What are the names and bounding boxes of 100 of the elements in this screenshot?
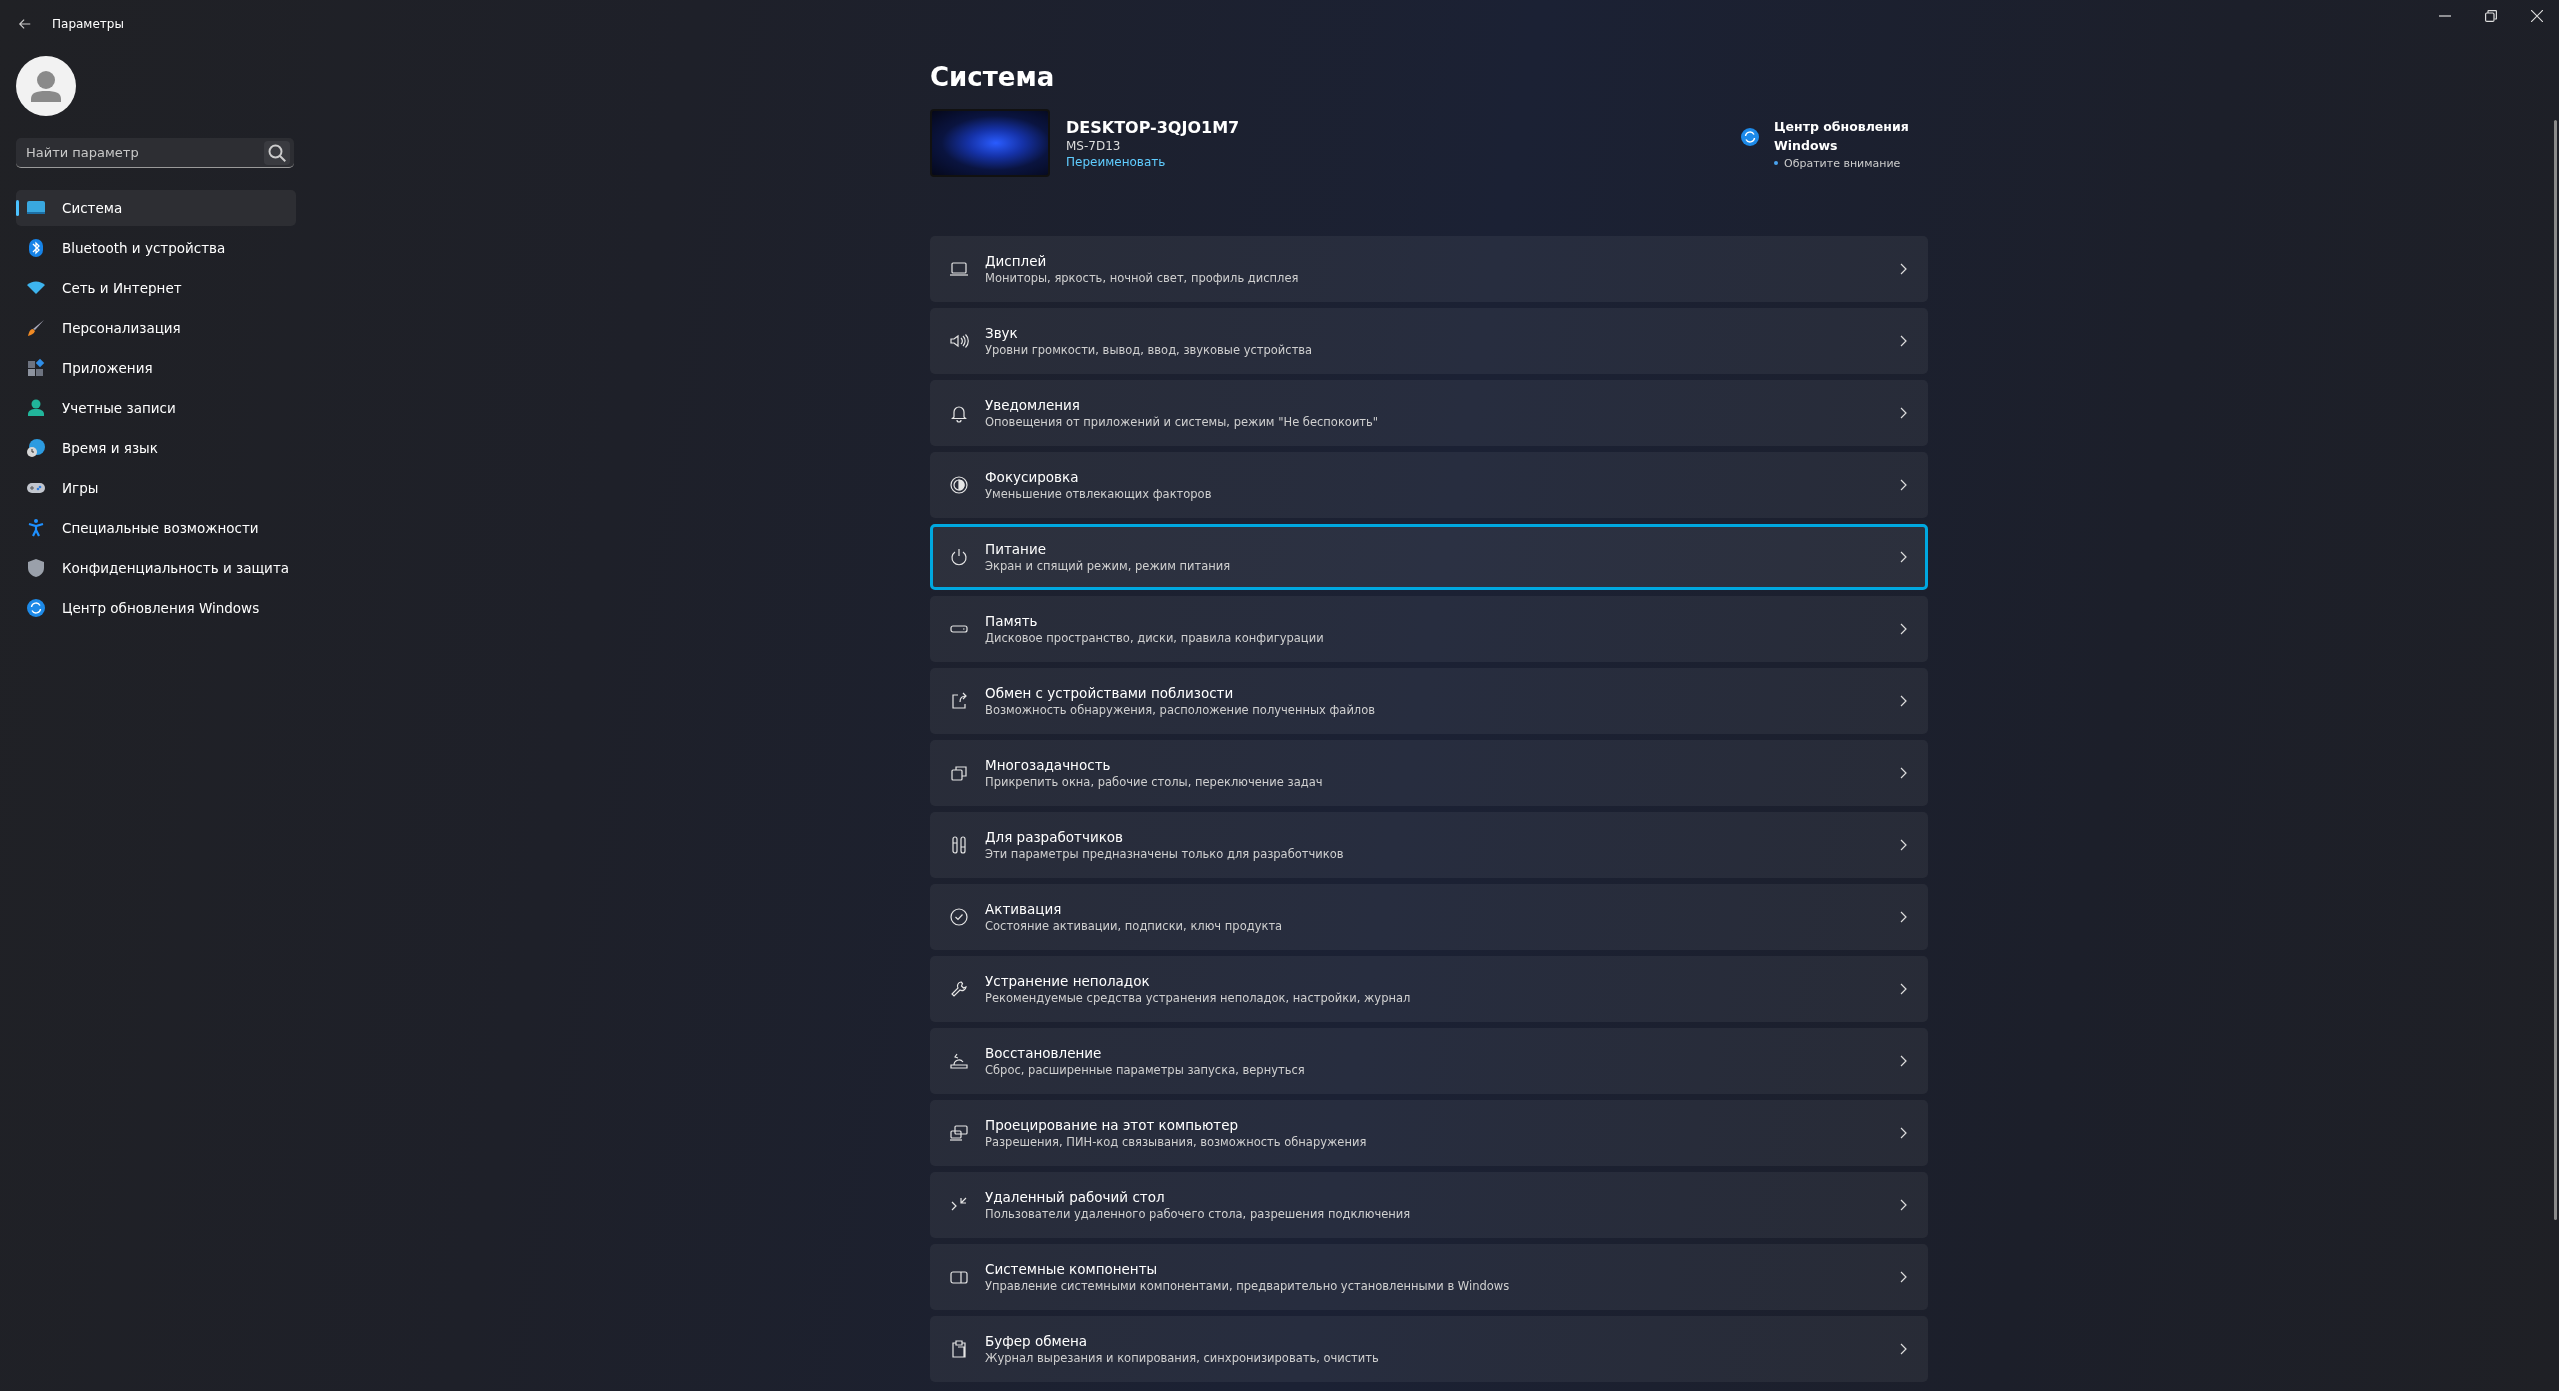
chevron-right-icon — [1899, 767, 1907, 779]
setting-title: Системные компоненты — [985, 1261, 1159, 1277]
settings-row[interactable]: Устранение неполадок Рекомендуемые средства устранения неполадок, настройки, журнал — [930, 956, 1928, 1022]
chevron-right-icon — [1899, 551, 1907, 563]
restore-icon[interactable] — [2485, 10, 2497, 22]
settings-row[interactable]: Память Дисковое пространство, диски, правила конфигурации — [930, 596, 1928, 662]
device-model: MS-7D13 — [1066, 138, 1122, 153]
user-icon — [26, 398, 46, 418]
display-icon — [949, 259, 969, 279]
settings-row[interactable]: Многозадачность Прикрепить окна, рабочие столы, переключение задач — [930, 740, 1928, 806]
settings-row[interactable]: Дисплей Мониторы, яркость, ночной свет, профиль дисплея — [930, 236, 1928, 302]
chevron-right-icon — [1899, 263, 1907, 275]
settings-row[interactable]: Системные компоненты Управление системными компонентами, предварительно установленными в Windows — [930, 1244, 1928, 1310]
chevron-right-icon — [1899, 839, 1907, 851]
settings-row[interactable]: Звук Уровни громкости, вывод, ввод, звуковые устройства — [930, 308, 1928, 374]
setting-description: Прикрепить окна, рабочие столы, переключение задач — [985, 775, 1324, 789]
setting-title: Буфер обмена — [985, 1333, 1089, 1349]
chevron-right-icon — [1899, 623, 1907, 635]
chevron-right-icon — [1899, 1271, 1907, 1283]
wrench-icon — [949, 979, 969, 999]
settings-row[interactable]: Питание Экран и спящий режим, режим питания — [930, 524, 1928, 590]
settings-row[interactable]: Уведомления Оповещения от приложений и системы, режим "Не беспокоить" — [930, 380, 1928, 446]
setting-title: Дисплей — [985, 253, 1048, 269]
setting-description: Разрешения, ПИН-код связывания, возможность обнаружения — [985, 1135, 1368, 1149]
power-icon — [949, 547, 969, 567]
sidebar-item[interactable]: Bluetooth и устройства — [16, 230, 296, 266]
chevron-right-icon — [1899, 1127, 1907, 1139]
setting-description: Дисковое пространство, диски, правила конфигурации — [985, 631, 1325, 645]
setting-title: Уведомления — [985, 397, 1081, 413]
setting-description: Журнал вырезания и копирования, синхронизировать, очистить — [985, 1351, 1380, 1365]
setting-title: Обмен с устройствами поблизости — [985, 685, 1235, 701]
chevron-right-icon — [1899, 983, 1907, 995]
back-arrow-icon[interactable] — [18, 17, 32, 31]
setting-description: Уменьшение отвлекающих факторов — [985, 487, 1213, 501]
window-title: Параметры — [52, 17, 124, 31]
chevron-right-icon — [1899, 407, 1907, 419]
update-status: Обратите внимание — [1784, 156, 1901, 170]
setting-description: Состояние активации, подписки, ключ продукта — [985, 919, 1284, 933]
settings-row[interactable]: Обмен с устройствами поблизости Возможность обнаружения, расположение полученных файлов — [930, 668, 1928, 734]
settings-row[interactable]: Активация Состояние активации, подписки, ключ продукта — [930, 884, 1928, 950]
apps-icon — [26, 358, 46, 378]
sidebar-item[interactable]: Система — [16, 190, 296, 226]
sidebar-item[interactable]: Специальные возможности — [16, 510, 296, 546]
setting-title: Для разработчиков — [985, 829, 1125, 845]
search-field[interactable]: Найти параметр — [16, 138, 294, 168]
setting-title: Питание — [985, 541, 1047, 557]
setting-title: Активация — [985, 901, 1063, 917]
setting-description: Уровни громкости, вывод, ввод, звуковые устройства — [985, 343, 1314, 357]
page-title: Система — [930, 62, 1056, 94]
update-icon[interactable] — [1740, 126, 1760, 147]
setting-description: Эти параметры предназначены только для разработчиков — [985, 847, 1345, 861]
settings-row[interactable]: Для разработчиков Эти параметры предназначены только для разработчиков — [930, 812, 1928, 878]
rename-link[interactable]: Переименовать — [1066, 154, 1240, 169]
setting-description: Оповещения от приложений и системы, режим "Не беспокоить" — [985, 415, 1380, 429]
settings-row[interactable]: Проецирование на этот компьютер Разрешения, ПИН-код связывания, возможность обнаружения — [930, 1100, 1928, 1166]
update-title[interactable]: Центр обновления Windows — [1774, 116, 1924, 155]
setting-description: Управление системными компонентами, предварительно установленными в Windows — [985, 1279, 1511, 1293]
sidebar-item[interactable]: Центр обновления Windows — [16, 590, 296, 626]
bell-icon — [949, 403, 969, 423]
setting-title: Звук — [985, 325, 1019, 341]
focus-icon — [949, 475, 969, 495]
sidebar-item[interactable]: Учетные записи — [16, 390, 296, 426]
setting-title: Проецирование на этот компьютер — [985, 1117, 1240, 1133]
scrollbar[interactable] — [2554, 120, 2557, 1220]
settings-row[interactable]: Фокусировка Уменьшение отвлекающих факторов — [930, 452, 1928, 518]
settings-row[interactable]: Удаленный рабочий стол Пользователи удаленного рабочего стола, разрешения подключения — [930, 1172, 1928, 1238]
setting-title: Многозадачность — [985, 757, 1112, 773]
sound-icon — [949, 331, 969, 351]
sidebar-item[interactable]: Персонализация — [16, 310, 296, 346]
shield-icon — [26, 558, 46, 578]
chevron-right-icon — [1899, 335, 1907, 347]
chevron-right-icon — [1899, 695, 1907, 707]
status-dot-icon — [1774, 161, 1778, 165]
setting-title: Устранение неполадок — [985, 973, 1151, 989]
setting-title: Удаленный рабочий стол — [985, 1189, 1166, 1205]
chevron-right-icon — [1899, 1055, 1907, 1067]
sidebar-item[interactable]: Сеть и Интернет — [16, 270, 296, 306]
sidebar-item[interactable]: Приложения — [16, 350, 296, 386]
clip-icon — [949, 1339, 969, 1359]
chevron-right-icon — [1899, 1343, 1907, 1355]
setting-description: Пользователи удаленного рабочего стола, разрешения подключения — [985, 1207, 1412, 1221]
setting-description: Мониторы, яркость, ночной свет, профиль дисплея — [985, 271, 1300, 285]
chevron-right-icon — [1899, 479, 1907, 491]
setting-title: Фокусировка — [985, 469, 1080, 485]
avatar-icon[interactable] — [16, 56, 76, 116]
device-name: DESKTOP-3QJO1M7 — [1066, 117, 1240, 137]
setting-description: Рекомендуемые средства устранения неполадок, настройки, журнал — [985, 991, 1412, 1005]
sidebar-item[interactable]: Конфиденциальность и защита — [16, 550, 296, 586]
search-icon[interactable] — [264, 141, 290, 165]
setting-title: Восстановление — [985, 1045, 1103, 1061]
close-icon[interactable] — [2531, 10, 2543, 22]
setting-title: Память — [985, 613, 1039, 629]
check-icon — [949, 907, 969, 927]
sidebar-item[interactable]: Игры — [16, 470, 296, 506]
settings-row[interactable]: Восстановление Сброс, расширенные параметры запуска, вернуться — [930, 1028, 1928, 1094]
settings-row[interactable]: Буфер обмена Журнал вырезания и копирования, синхронизировать, очистить — [930, 1316, 1928, 1382]
setting-description: Сброс, расширенные параметры запуска, вернуться — [985, 1063, 1306, 1077]
brush-icon — [26, 318, 46, 338]
sidebar-item[interactable]: Время и язык — [16, 430, 296, 466]
setting-description: Возможность обнаружения, расположение полученных файлов — [985, 703, 1377, 717]
